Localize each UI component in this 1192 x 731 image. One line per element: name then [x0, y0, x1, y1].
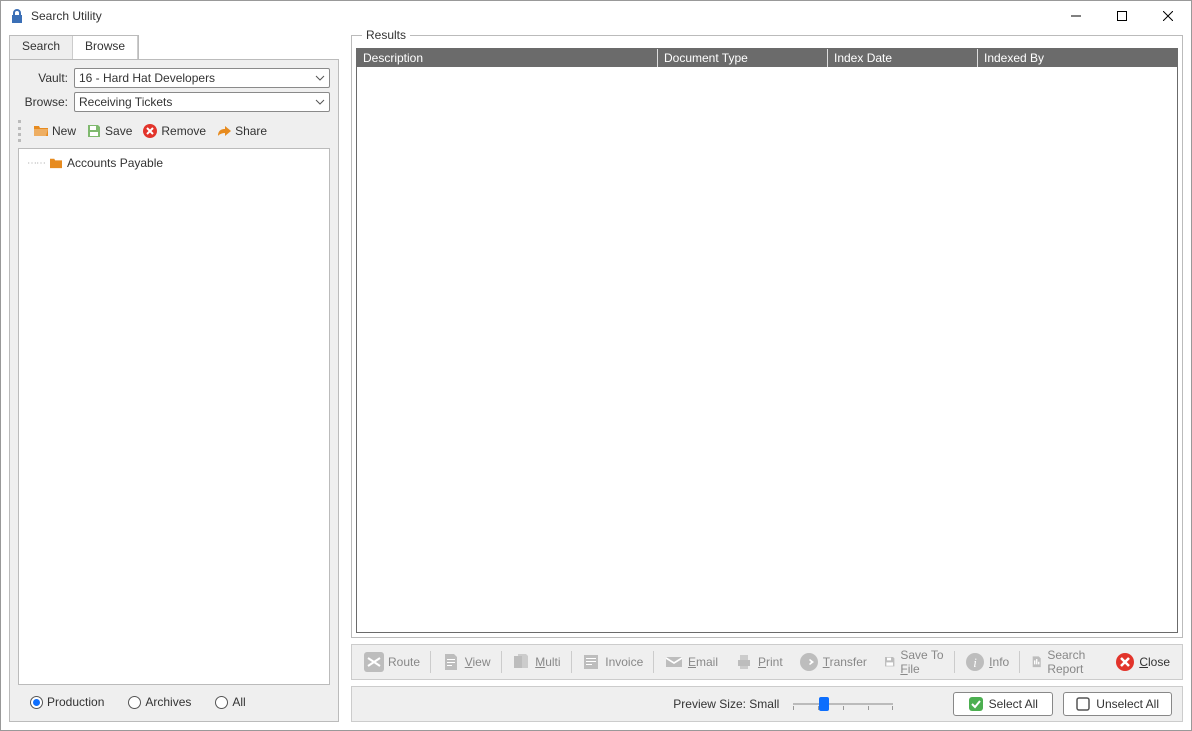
browse-value: Receiving Tickets — [79, 95, 172, 109]
printer-icon — [734, 652, 754, 672]
x-circle-icon — [142, 123, 158, 139]
results-action-toolbar: Route View Multi Invoice — [351, 644, 1183, 680]
route-button[interactable]: Route — [358, 649, 426, 675]
envelope-icon — [664, 652, 684, 672]
tab-browse[interactable]: Browse — [73, 36, 138, 59]
x-circle-icon — [1115, 652, 1135, 672]
tree-item[interactable]: ⋯⋯ Accounts Payable — [27, 155, 321, 171]
bottom-bar: Preview Size: Small Select All — [351, 686, 1183, 722]
vault-label: Vault: — [18, 71, 68, 85]
invoice-icon — [581, 652, 601, 672]
left-panel: Search Browse Vault: 16 - Hard Hat Devel… — [9, 35, 339, 722]
save-to-file-button[interactable]: Save To File — [877, 645, 951, 679]
tree-connector: ⋯⋯ — [27, 158, 45, 169]
empty-square-icon — [1076, 697, 1090, 711]
preview-size-label: Preview Size: Small — [673, 697, 779, 711]
col-document-type[interactable]: Document Type — [657, 49, 827, 67]
maximize-button[interactable] — [1099, 1, 1145, 31]
floppy-disk-icon — [86, 123, 102, 139]
window-title: Search Utility — [31, 9, 102, 23]
browse-panel: Vault: 16 - Hard Hat Developers Browse: … — [9, 59, 339, 722]
grid-body — [357, 67, 1177, 632]
folder-open-icon — [33, 123, 49, 139]
check-square-icon — [969, 697, 983, 711]
radio-dot-icon — [215, 696, 228, 709]
radio-archives[interactable]: Archives — [128, 695, 191, 709]
transfer-button[interactable]: Transfer — [793, 649, 873, 675]
floppy-disk-icon — [883, 652, 896, 672]
close-button[interactable]: Close — [1109, 649, 1176, 675]
lock-icon — [9, 8, 25, 24]
col-description[interactable]: Description — [357, 49, 657, 67]
vault-value: 16 - Hard Hat Developers — [79, 71, 215, 85]
documents-icon — [511, 652, 531, 672]
view-button[interactable]: View — [435, 649, 497, 675]
multi-button[interactable]: Multi — [505, 649, 566, 675]
radio-all[interactable]: All — [215, 695, 245, 709]
folder-icon — [49, 157, 63, 169]
radio-production[interactable]: Production — [30, 695, 104, 709]
right-panel: Results Description Document Type Index … — [351, 35, 1183, 722]
title-bar: Search Utility — [1, 1, 1191, 31]
unselect-all-button[interactable]: Unselect All — [1063, 692, 1172, 716]
browse-dropdown[interactable]: Receiving Tickets — [74, 92, 330, 112]
route-icon — [364, 652, 384, 672]
chevron-down-icon — [315, 97, 325, 107]
results-grid[interactable]: Description Document Type Index Date Ind… — [356, 48, 1178, 633]
radio-dot-icon — [30, 696, 43, 709]
browse-tree[interactable]: ⋯⋯ Accounts Payable — [18, 148, 330, 685]
info-circle-icon: i — [965, 652, 985, 672]
close-window-button[interactable] — [1145, 1, 1191, 31]
report-icon — [1030, 652, 1043, 672]
browse-label: Browse: — [18, 95, 68, 109]
browse-row: Browse: Receiving Tickets — [18, 92, 330, 112]
results-group: Results Description Document Type Index … — [351, 35, 1183, 638]
tab-search[interactable]: Search — [10, 36, 73, 59]
print-button[interactable]: Print — [728, 649, 789, 675]
new-button[interactable]: New — [31, 121, 78, 141]
arrow-circle-icon — [799, 652, 819, 672]
remove-button[interactable]: Remove — [140, 121, 208, 141]
app-window: Search Utility Search Browse Vault: 16 -… — [0, 0, 1192, 731]
chevron-down-icon — [315, 73, 325, 83]
search-report-button[interactable]: Search Report — [1024, 645, 1105, 679]
select-all-button[interactable]: Select All — [953, 692, 1053, 716]
scope-radio-group: Production Archives All — [18, 685, 330, 713]
vault-dropdown[interactable]: 16 - Hard Hat Developers — [74, 68, 330, 88]
share-button[interactable]: Share — [214, 121, 269, 141]
svg-text:i: i — [973, 655, 977, 670]
save-button[interactable]: Save — [84, 121, 134, 141]
vault-row: Vault: 16 - Hard Hat Developers — [18, 68, 330, 88]
radio-dot-icon — [128, 696, 141, 709]
invoice-button[interactable]: Invoice — [575, 649, 649, 675]
content-area: Search Browse Vault: 16 - Hard Hat Devel… — [1, 31, 1191, 730]
minimize-button[interactable] — [1053, 1, 1099, 31]
info-button[interactable]: i Info — [959, 649, 1015, 675]
share-arrow-icon — [216, 123, 232, 139]
document-icon — [441, 652, 461, 672]
left-tabs: Search Browse — [9, 35, 139, 59]
preview-size-slider[interactable] — [793, 694, 893, 714]
tree-item-label: Accounts Payable — [67, 156, 163, 170]
browse-toolbar: New Save Remove — [18, 120, 330, 142]
grid-header: Description Document Type Index Date Ind… — [357, 49, 1177, 67]
col-indexed-by[interactable]: Indexed By — [977, 49, 1107, 67]
results-label: Results — [362, 28, 410, 42]
email-button[interactable]: Email — [658, 649, 724, 675]
col-index-date[interactable]: Index Date — [827, 49, 977, 67]
